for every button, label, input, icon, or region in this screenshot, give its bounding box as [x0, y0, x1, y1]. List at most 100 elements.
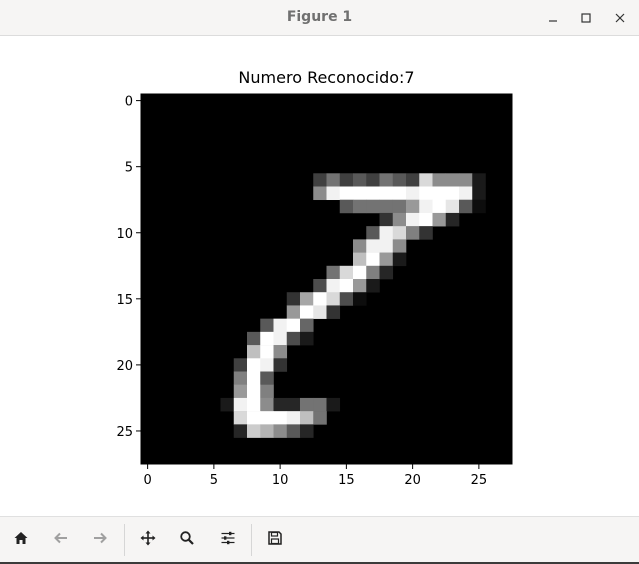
heatmap-cell	[379, 265, 394, 280]
heatmap-cell	[445, 186, 460, 201]
heatmap-cell	[419, 173, 433, 187]
heatmap-cell	[233, 411, 248, 425]
heatmap-cell	[459, 186, 473, 201]
heatmap-cell	[379, 239, 394, 253]
heatmap-cell	[247, 411, 261, 425]
pan-move-icon	[140, 530, 156, 550]
heatmap-cell	[247, 331, 261, 346]
heatmap-cell	[220, 397, 235, 412]
heatmap-cell	[326, 173, 341, 187]
y-tick-label: 10	[116, 227, 133, 242]
heatmap-cell	[432, 173, 447, 187]
heatmap-cell	[300, 424, 314, 438]
x-tick-label: 20	[404, 473, 421, 488]
heatmap-cell	[247, 345, 261, 359]
home-button[interactable]	[9, 528, 33, 552]
heatmap-cell	[247, 371, 261, 386]
y-tick-label: 15	[116, 293, 133, 308]
heatmap-cell	[419, 199, 433, 214]
heatmap-cell	[445, 173, 460, 187]
close-button[interactable]	[609, 7, 631, 29]
heatmap-cell	[247, 384, 261, 399]
back-button[interactable]	[49, 528, 73, 552]
zoom-magnifier-icon	[179, 530, 195, 550]
heatmap-cell	[406, 186, 420, 201]
heatmap-cell	[353, 252, 367, 267]
heatmap-cell	[366, 199, 380, 214]
heatmap-cell	[339, 279, 354, 293]
minimize-button[interactable]	[542, 7, 564, 29]
x-tick-label: 0	[143, 473, 151, 488]
y-tick-label: 5	[125, 161, 133, 176]
heatmap-cell	[353, 199, 367, 214]
heatmap-cell	[273, 424, 288, 438]
heatmap-cell	[379, 186, 394, 201]
x-tick-label: 15	[338, 473, 355, 488]
heatmap-cell	[419, 226, 433, 240]
close-icon	[614, 12, 626, 24]
heatmap-cell	[406, 226, 420, 240]
heatmap-cell	[233, 384, 248, 399]
heatmap-cell	[472, 199, 486, 214]
heatmap-cell	[353, 239, 367, 253]
heatmap-cell	[366, 173, 380, 187]
heatmap-cell	[273, 358, 288, 372]
heatmap-cell	[379, 199, 394, 214]
heatmap-cell	[286, 397, 301, 412]
x-tick-label: 5	[210, 473, 218, 488]
heatmap-cell	[406, 199, 420, 214]
maximize-button[interactable]	[575, 7, 597, 29]
heatmap-cell	[432, 186, 447, 201]
save-button[interactable]	[263, 528, 287, 552]
x-tick-label: 25	[471, 473, 488, 488]
heatmap-cell	[392, 226, 407, 240]
heatmap-cell	[339, 186, 354, 201]
heatmap-cell	[445, 212, 460, 227]
heatmap-cell	[326, 397, 341, 412]
heatmap-cell	[313, 292, 327, 306]
heatmap-cell	[313, 397, 327, 412]
heatmap-cell	[300, 318, 314, 333]
window-titlebar[interactable]: Figure 1	[0, 0, 639, 36]
minimize-icon	[547, 12, 559, 24]
configure-subplots-button[interactable]	[216, 528, 240, 552]
heatmap-cell	[260, 424, 274, 438]
heatmap-cell	[392, 239, 407, 253]
figure-canvas[interactable]: Numero Reconocido:7 0 5 10 15 20 25 0 5 10 15 20 25	[0, 36, 639, 516]
heatmap-cell	[273, 318, 288, 333]
forward-button[interactable]	[88, 528, 112, 552]
heatmap-cell	[419, 186, 433, 201]
heatmap-cell	[459, 173, 473, 187]
heatmap-cell	[366, 279, 380, 293]
heatmap-cell	[300, 397, 314, 412]
heatmap-cell	[260, 397, 274, 412]
heatmap-cell	[472, 186, 486, 201]
heatmap-cell	[353, 186, 367, 201]
heatmap-cell	[419, 212, 433, 227]
heatmap-cell	[300, 331, 314, 346]
heatmap-cell	[286, 411, 301, 425]
y-tick-label: 25	[116, 425, 133, 440]
heatmap-cell	[260, 411, 274, 425]
heatmap-cell	[273, 411, 288, 425]
save-floppy-icon	[267, 530, 283, 550]
heatmap-cell	[273, 345, 288, 359]
pan-button[interactable]	[136, 528, 160, 552]
heatmap-cell	[300, 292, 314, 306]
heatmap-chart[interactable]: 0 5 10 15 20 25 0 5 10 15 20 25	[0, 36, 639, 516]
heatmap-cell	[392, 212, 407, 227]
heatmap-cell	[353, 265, 367, 280]
heatmap-cell	[432, 199, 447, 214]
heatmap-cell	[445, 199, 460, 214]
heatmap-cell	[313, 173, 327, 187]
heatmap-cell	[313, 411, 327, 425]
heatmap-cell	[406, 212, 420, 227]
heatmap-cell	[260, 384, 274, 399]
heatmap-cell	[339, 292, 354, 306]
navigation-toolbar	[0, 516, 639, 562]
zoom-button[interactable]	[175, 528, 199, 552]
y-tick-label: 20	[116, 359, 133, 374]
heatmap-cell	[326, 186, 341, 201]
heatmap-cell	[286, 292, 301, 306]
heatmap-cell	[273, 397, 288, 412]
